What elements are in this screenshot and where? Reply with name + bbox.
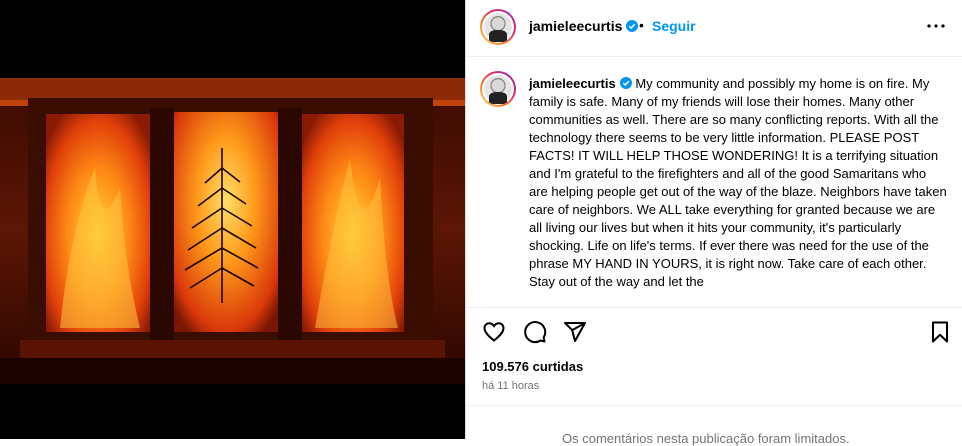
bookmark-icon[interactable] — [928, 320, 952, 344]
verified-badge-icon — [619, 77, 632, 89]
caption-avatar[interactable] — [480, 71, 516, 107]
username-text[interactable]: jamieleecurtis — [529, 18, 622, 34]
caption-area: jamieleecurtis My community and possibly… — [466, 57, 962, 307]
caption-text: My community and possibly my home is on … — [529, 76, 947, 289]
caption-username[interactable]: jamieleecurtis — [529, 76, 616, 91]
separator-dot: • — [639, 17, 644, 33]
verified-badge-icon — [626, 20, 639, 32]
heart-icon[interactable] — [482, 320, 506, 344]
house-fire-photo — [0, 78, 465, 384]
likes-count[interactable]: 109.576 curtidas — [482, 359, 583, 374]
post-header: jamieleecurtis • Seguir — [466, 0, 962, 57]
follow-button[interactable]: Seguir — [652, 18, 696, 34]
more-options-icon[interactable] — [926, 16, 946, 36]
share-icon[interactable] — [563, 320, 587, 344]
username-link[interactable]: jamieleecurtis — [529, 18, 639, 34]
action-bar — [466, 307, 962, 358]
comment-icon[interactable] — [523, 320, 547, 344]
post-time[interactable]: há 11 horas — [482, 380, 539, 392]
avatar[interactable] — [480, 9, 516, 45]
post-caption: jamieleecurtis My community and possibly… — [529, 75, 947, 291]
post-panel: jamieleecurtis • Seguir jamieleecurtis M… — [465, 0, 962, 446]
post-media[interactable] — [0, 0, 465, 439]
comment-section: Os comentários nesta publicação foram li… — [466, 405, 962, 446]
